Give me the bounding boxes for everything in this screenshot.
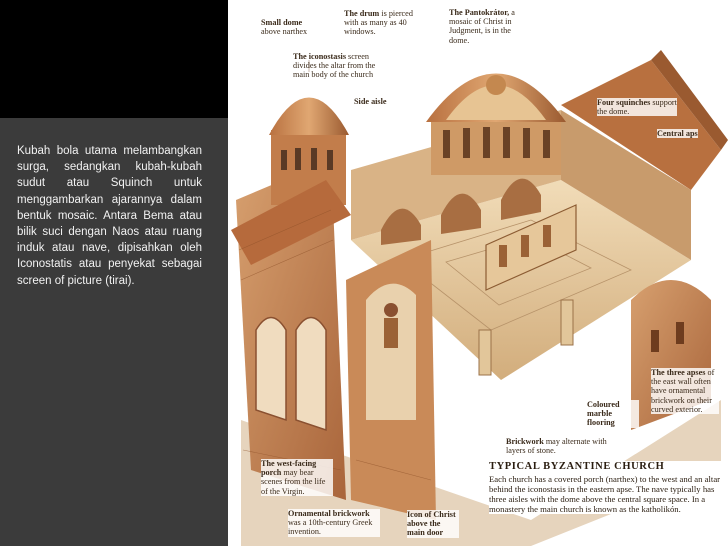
annotation-drum: The drum is pierced with as many as 40 w… [344,9,422,37]
annotation-marble-flooring: Coloured marble flooring [587,400,639,428]
byzantine-church-illustration: Small dome above narthex The drum is pie… [231,0,728,546]
annotation-central-apse: Central aps [657,129,698,139]
left-text-panel: Kubah bola utama melambangkan surga, sed… [0,0,228,546]
small-dome [269,97,349,135]
slide-body-text: Kubah bola utama melambangkan surga, sed… [17,145,202,287]
top-dark-band [0,0,228,118]
annotation-west-porch: The west-facing porch may bear scenes fr… [261,459,333,496]
annotation-brickwork: Brickwork may alternate with layers of s… [506,437,626,456]
caption-title: TYPICAL BYZANTINE CHURCH [489,461,665,472]
annotation-side-aisle: Side aisle [354,97,387,107]
annotation-ornamental-brickwork: Ornamental brickwork was a 10th-century … [288,509,380,537]
annotation-pantokrator: The Pantokrátor, a mosaic of Christ in J… [449,8,529,45]
annotation-iconostasis: The iconostasis screen divides the altar… [293,52,381,80]
annotation-four-squinches: Four squinches support the dome. [597,98,677,117]
illustration-caption: TYPICAL BYZANTINE CHURCH Each church has… [489,461,727,515]
annotation-small-dome: Small dome above narthex [261,18,321,37]
annotation-three-apses: The three apses of the east wall often h… [651,368,719,415]
annotation-icon-of-christ: Icon of Christ above the main door [407,510,459,538]
caption-text: Each church has a covered porch (narthex… [489,474,721,515]
